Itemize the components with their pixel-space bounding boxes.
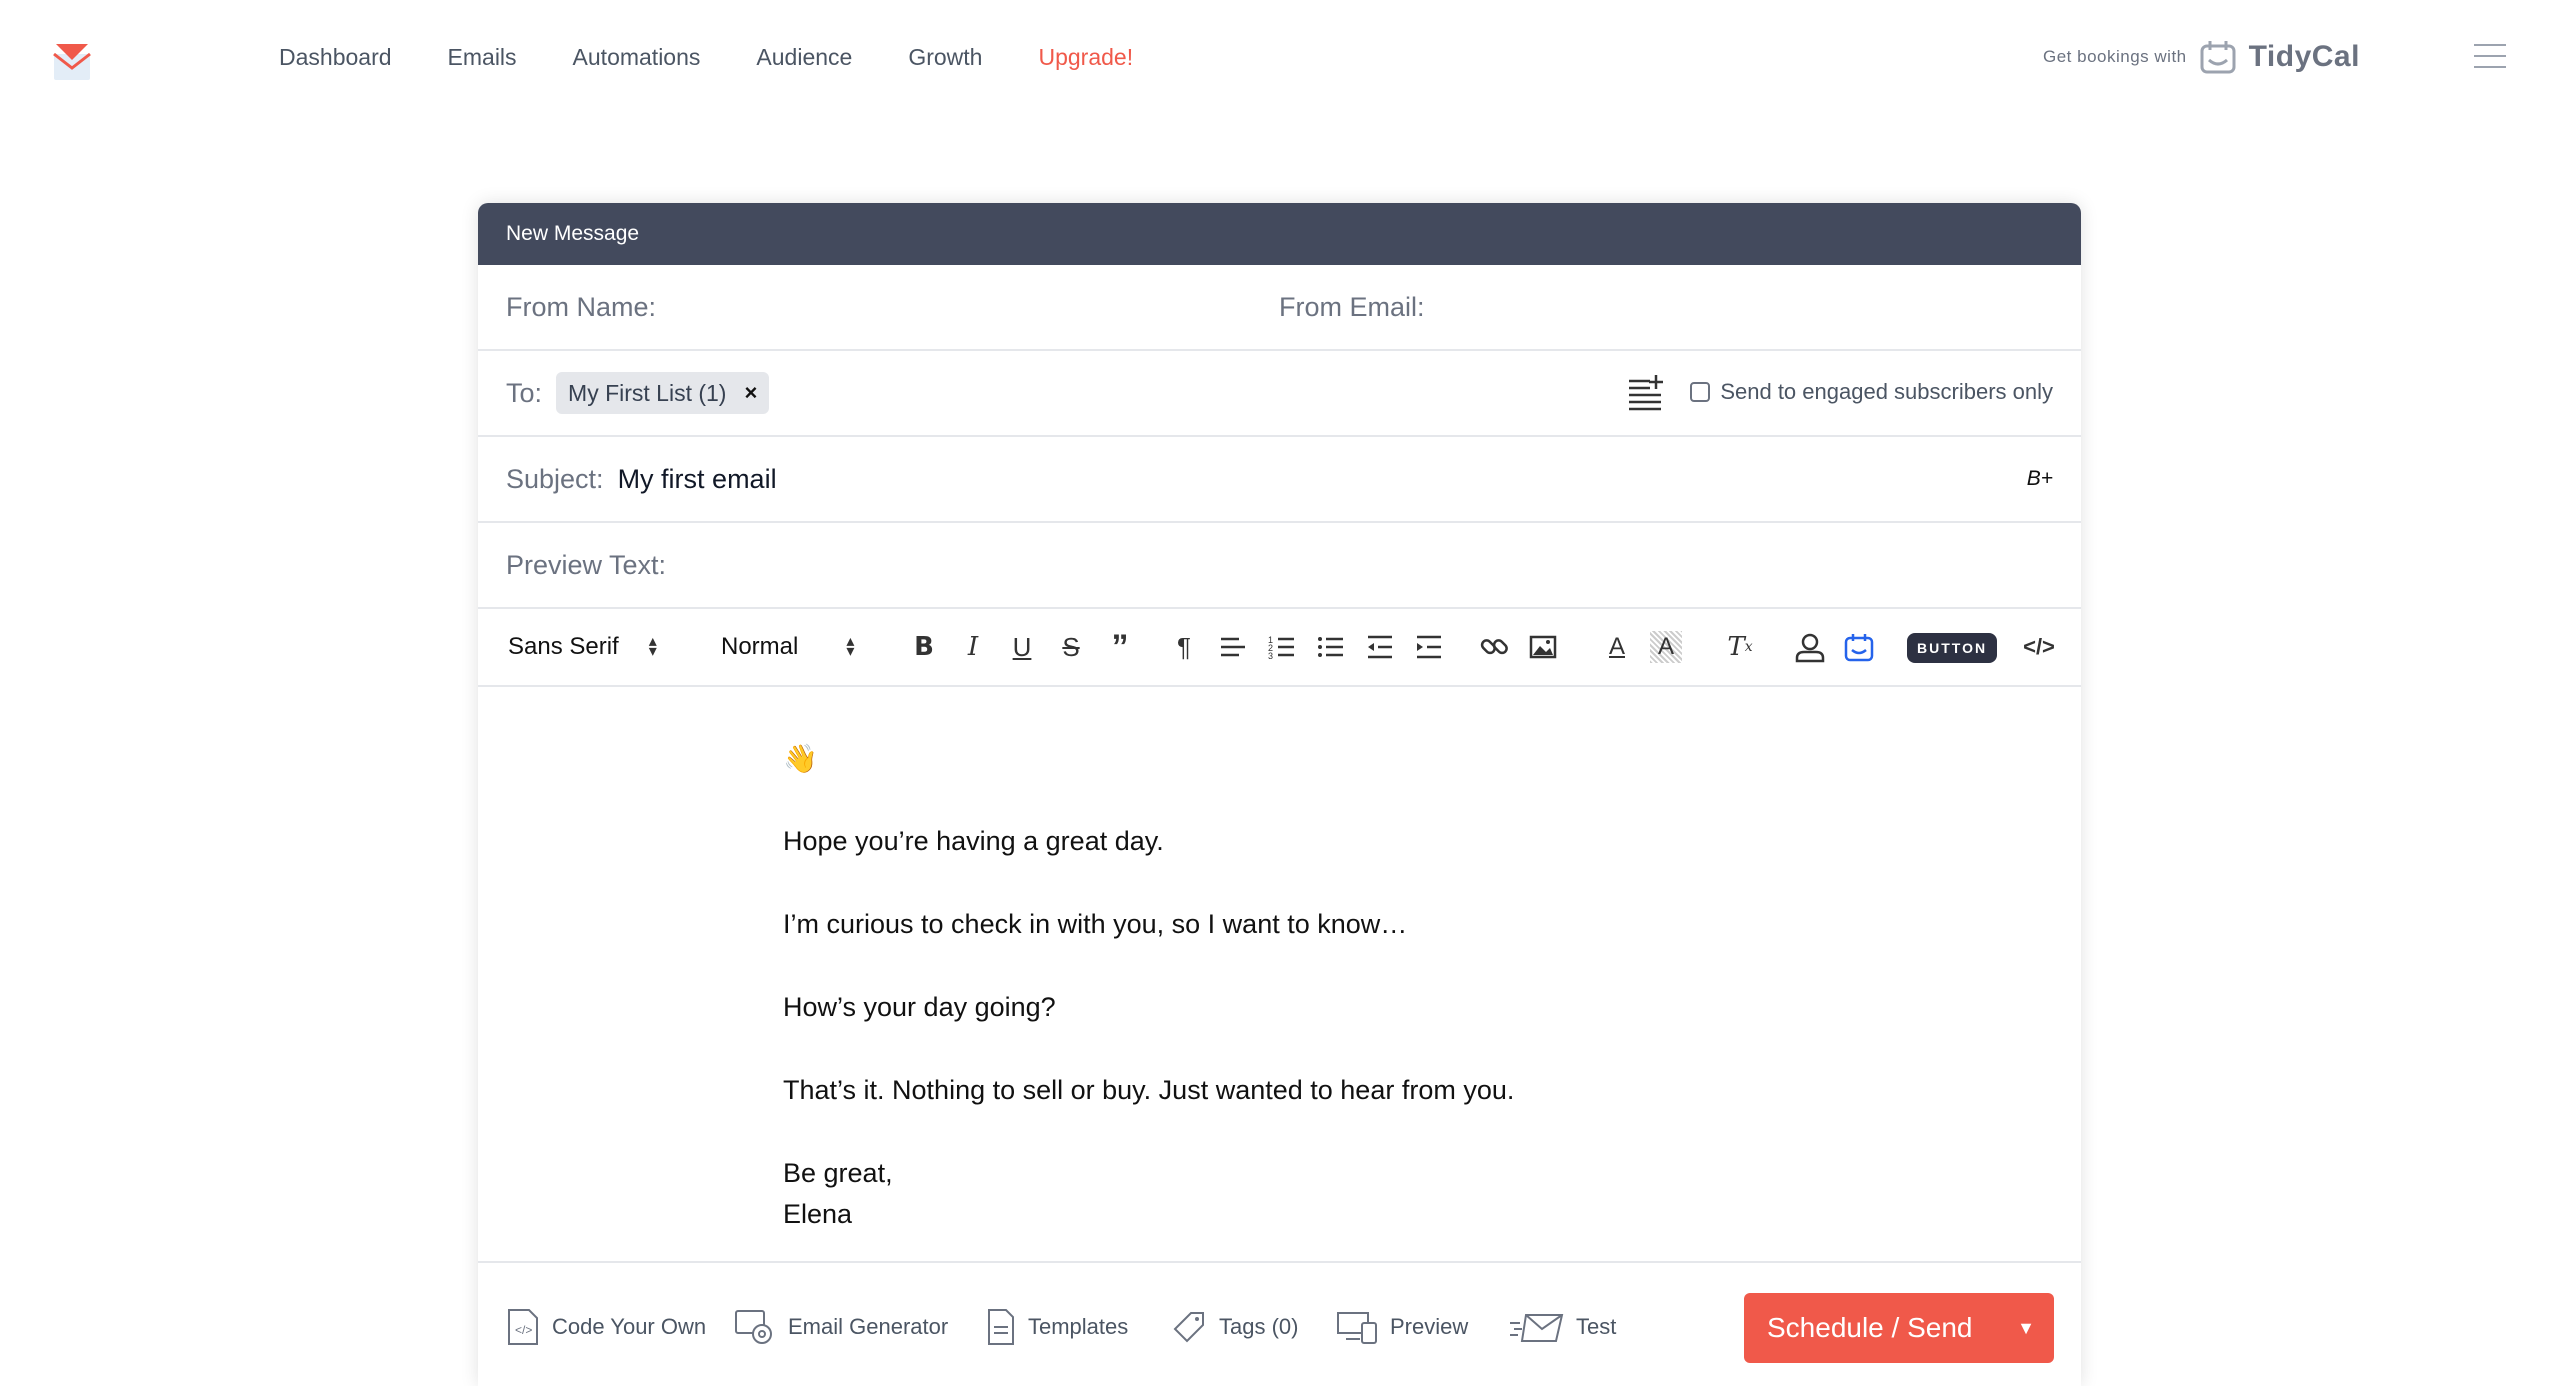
preview-button[interactable]: Preview [1336,1307,1468,1347]
personalize-user-icon[interactable] [1794,631,1826,663]
top-navigation: Dashboard Emails Automations Audience Gr… [0,0,2560,120]
subject-tool-button[interactable]: B+ [2027,467,2053,491]
from-email-field[interactable]: From Email: [1279,292,1425,323]
composer-footer: </> Code Your Own Email Generator Templa… [478,1263,2081,1386]
code-view-icon[interactable]: </> [2023,631,2055,663]
image-icon[interactable] [1527,631,1559,663]
font-size-value: Normal [721,633,799,660]
to-row: To: My First List (1) × Send to engaged … [478,351,2081,437]
to-label: To: [506,377,543,408]
templates-button[interactable]: Templates [986,1307,1128,1347]
strikethrough-icon[interactable]: S [1055,631,1087,663]
indent-icon[interactable] [1413,631,1445,663]
tidycal-promo[interactable]: Get bookings with TidyCal [2043,38,2360,76]
font-family-select[interactable]: Sans Serif ▴ ▾ [508,633,657,661]
preview-devices-icon [1337,1312,1377,1344]
svg-text:3: 3 [1268,651,1273,661]
insert-button-tool[interactable]: BUTTON [1907,633,1998,663]
recipient-chip[interactable]: My First List (1) × [556,372,770,414]
bold-icon[interactable]: B [908,631,940,663]
tags-button[interactable]: Tags (0) [1171,1307,1298,1347]
italic-icon[interactable]: I [957,631,989,663]
templates-icon [988,1309,1014,1345]
outdent-icon[interactable] [1364,631,1396,663]
remove-recipient-icon[interactable]: × [744,380,757,406]
nav-dashboard[interactable]: Dashboard [279,42,392,72]
nav-upgrade[interactable]: Upgrade! [1038,42,1133,72]
select-arrows-icon: ▴ ▾ [846,633,855,660]
code-file-icon: </> [508,1309,538,1345]
align-icon[interactable] [1217,631,1249,663]
test-button[interactable]: Test [1508,1307,1616,1347]
menu-icon[interactable] [2474,44,2506,70]
recipient-chip-label: My First List (1) [568,379,727,406]
message-composer: New Message From Name: From Email: To: M… [478,203,2081,1386]
preview-label: Preview [1390,1314,1469,1339]
body-line-1: Hope you’re having a great day. [783,826,1164,856]
nav-audience[interactable]: Audience [756,42,852,72]
bullet-list-icon[interactable] [1315,631,1347,663]
nav-growth[interactable]: Growth [908,42,982,72]
tidycal-brand: TidyCal [2248,40,2360,73]
svg-text:</>: </> [515,1323,532,1337]
preview-text-field[interactable]: Preview Text: [506,550,666,581]
select-arrows-icon: ▴ ▾ [648,633,657,660]
body-line-3: How’s your day going? [783,992,1056,1022]
nav-automations[interactable]: Automations [573,42,701,72]
engaged-only-checkbox[interactable] [1690,382,1711,402]
body-line-4: That’s it. Nothing to sell or buy. Just … [783,1075,1515,1105]
templates-label: Templates [1028,1314,1129,1339]
text-direction-icon[interactable]: ¶ [1168,631,1200,663]
app-logo-icon[interactable] [50,40,94,82]
from-name-field[interactable]: From Name: [506,292,1279,323]
font-size-select[interactable]: Normal ▴ ▾ [721,633,854,661]
send-options-dropdown-icon[interactable]: ▼ [1998,1318,2054,1339]
tidycal-prefix: Get bookings with [2043,47,2187,66]
body-line-2: I’m curious to check in with you, so I w… [783,909,1408,939]
blockquote-icon[interactable]: ” [1104,628,1136,666]
code-your-own-button[interactable]: </> Code Your Own [506,1307,706,1347]
preview-text-row[interactable]: Preview Text: [478,523,2081,609]
subject-input[interactable]: My first email [618,464,777,495]
signature-line-1: Be great, [783,1158,893,1188]
subject-row[interactable]: Subject: My first email B+ [478,437,2081,523]
tags-label: Tags (0) [1219,1314,1299,1339]
main-nav: Dashboard Emails Automations Audience Gr… [279,42,1189,72]
tidycal-icon [2200,41,2236,74]
formatting-toolbar: Sans Serif ▴ ▾ Normal ▴ ▾ B I U S ” ¶ 123 … [478,609,2081,687]
font-family-value: Sans Serif [508,633,619,660]
from-row: From Name: From Email: [478,265,2081,351]
test-send-icon [1510,1314,1564,1342]
nav-emails[interactable]: Emails [448,42,517,72]
composer-title: New Message [478,203,2081,265]
engaged-only-option[interactable]: Send to engaged subscribers only [1690,379,2053,405]
schedule-send-label: Schedule / Send [1767,1312,1973,1343]
underline-icon[interactable]: U [1006,631,1038,663]
test-label: Test [1576,1314,1617,1339]
schedule-send-button[interactable]: Schedule / Send ▼ [1744,1293,2054,1363]
add-list-icon[interactable] [1626,373,1664,411]
engaged-only-label: Send to engaged subscribers only [1720,379,2053,404]
tag-icon [1173,1312,1204,1343]
email-body-editor[interactable]: 👋 Hope you’re having a great day. I’m cu… [478,678,2081,1263]
email-generator-label: Email Generator [788,1314,949,1339]
waving-hand-emoji: 👋 [783,743,818,774]
to-tools: Send to engaged subscribers only [1626,373,2053,411]
tidycal-insert-icon[interactable] [1843,631,1875,663]
background-color-icon[interactable]: A [1650,631,1682,663]
link-icon[interactable] [1478,631,1510,663]
generator-gear-icon [735,1310,772,1344]
clear-format-icon[interactable]: Tx [1724,631,1756,663]
ordered-list-icon[interactable]: 123 [1266,631,1298,663]
email-generator-button[interactable]: Email Generator [734,1307,948,1347]
text-color-icon[interactable]: A [1601,631,1633,663]
code-your-own-label: Code Your Own [552,1314,707,1339]
signature-line-2: Elena [783,1199,853,1229]
subject-label: Subject: [506,463,604,494]
email-body-content[interactable]: 👋 Hope you’re having a great day. I’m cu… [783,738,1514,1235]
